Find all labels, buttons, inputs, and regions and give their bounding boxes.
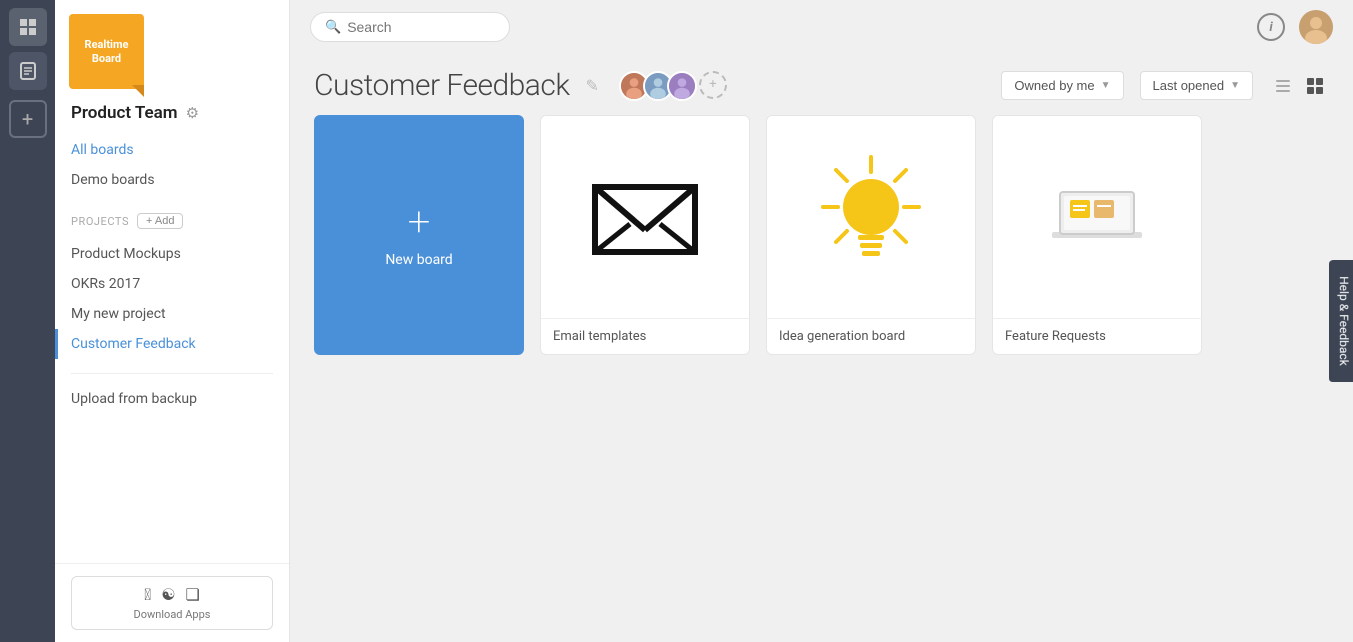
sidebar-divider	[71, 373, 273, 374]
email-templates-card[interactable]: Email templates	[540, 115, 750, 355]
sidebar-footer:  ☯ ❏ Download Apps	[55, 563, 289, 642]
feature-requests-label: Feature Requests	[992, 318, 1202, 355]
sidebar: Realtime Board Product Team ⚙ All boards…	[55, 0, 290, 642]
sidebar-item-okrs-2017[interactable]: OKRs 2017	[55, 269, 289, 299]
search-box[interactable]: 🔍	[310, 12, 510, 42]
add-member-button[interactable]: +	[699, 71, 727, 99]
page-title: Customer Feedback	[314, 68, 570, 103]
sidebar-item-product-mockups[interactable]: Product Mockups	[55, 239, 289, 269]
boards-area: + New board Email templates	[290, 115, 1353, 379]
icon-bar: +	[0, 0, 55, 642]
projects-list: Product Mockups OKRs 2017 My new project…	[55, 235, 289, 363]
download-apps-icons:  ☯ ❏	[144, 585, 200, 604]
sidebar-item-demo-boards[interactable]: Demo boards	[55, 165, 289, 195]
content-header: Customer Feedback ✎	[290, 54, 1353, 115]
apple-icon: 	[144, 585, 151, 604]
projects-section-label: PROJECTS + Add	[55, 199, 289, 235]
sidebar-nav: All boards Demo boards	[55, 131, 289, 199]
sidebar-item-all-boards[interactable]: All boards	[55, 135, 289, 165]
idea-board-card[interactable]: Idea generation board	[766, 115, 976, 355]
list-view-button[interactable]	[1269, 72, 1297, 100]
owned-by-filter[interactable]: Owned by me ▼	[1001, 71, 1123, 100]
download-apps-box:  ☯ ❏ Download Apps	[71, 576, 273, 630]
windows-icon: ❏	[186, 585, 200, 604]
last-opened-caret: ▼	[1230, 80, 1240, 91]
team-name: Product Team	[71, 103, 178, 123]
last-opened-filter[interactable]: Last opened ▼	[1140, 71, 1253, 100]
idea-board-label: Idea generation board	[766, 318, 976, 355]
search-input[interactable]	[347, 19, 487, 35]
upload-from-backup[interactable]: Upload from backup	[55, 384, 289, 414]
member-avatars: +	[619, 71, 727, 101]
edit-icon[interactable]: ✎	[586, 76, 599, 95]
member-avatar-3[interactable]	[667, 71, 697, 101]
grid-view-button[interactable]	[1301, 72, 1329, 100]
main-content: 🔍 i Customer Feedback ✎	[290, 0, 1353, 642]
help-feedback-tab[interactable]: Help & Feedback	[1329, 260, 1353, 382]
search-icon: 🔍	[325, 20, 341, 35]
topbar-right: i	[1257, 10, 1333, 44]
info-icon[interactable]: i	[1257, 13, 1285, 41]
icon-bar-doc[interactable]	[9, 52, 47, 90]
download-apps-label[interactable]: Download Apps	[134, 608, 211, 621]
sidebar-item-my-new-project[interactable]: My new project	[55, 299, 289, 329]
new-board-plus-icon: +	[408, 202, 431, 242]
team-header: Product Team ⚙	[55, 103, 289, 131]
view-toggle	[1269, 72, 1329, 100]
icon-bar-add[interactable]: +	[9, 100, 47, 138]
topbar: 🔍 i	[290, 0, 1353, 54]
logo-text: Realtime Board	[85, 38, 129, 64]
new-board-label: New board	[385, 252, 452, 268]
logo[interactable]: Realtime Board	[69, 14, 144, 89]
icon-bar-grid[interactable]	[9, 8, 47, 46]
owned-by-caret: ▼	[1101, 80, 1111, 91]
email-templates-label: Email templates	[540, 318, 750, 355]
feature-requests-card[interactable]: Feature Requests	[992, 115, 1202, 355]
android-icon: ☯	[161, 585, 175, 604]
sidebar-item-customer-feedback[interactable]: Customer Feedback	[55, 329, 289, 359]
idea-board-thumb	[766, 115, 976, 318]
email-templates-thumb	[540, 115, 750, 318]
add-project-button[interactable]: + Add	[137, 213, 183, 229]
gear-icon[interactable]: ⚙	[186, 104, 199, 122]
feature-requests-thumb	[992, 115, 1202, 318]
user-avatar[interactable]	[1299, 10, 1333, 44]
new-board-card[interactable]: + New board	[314, 115, 524, 355]
